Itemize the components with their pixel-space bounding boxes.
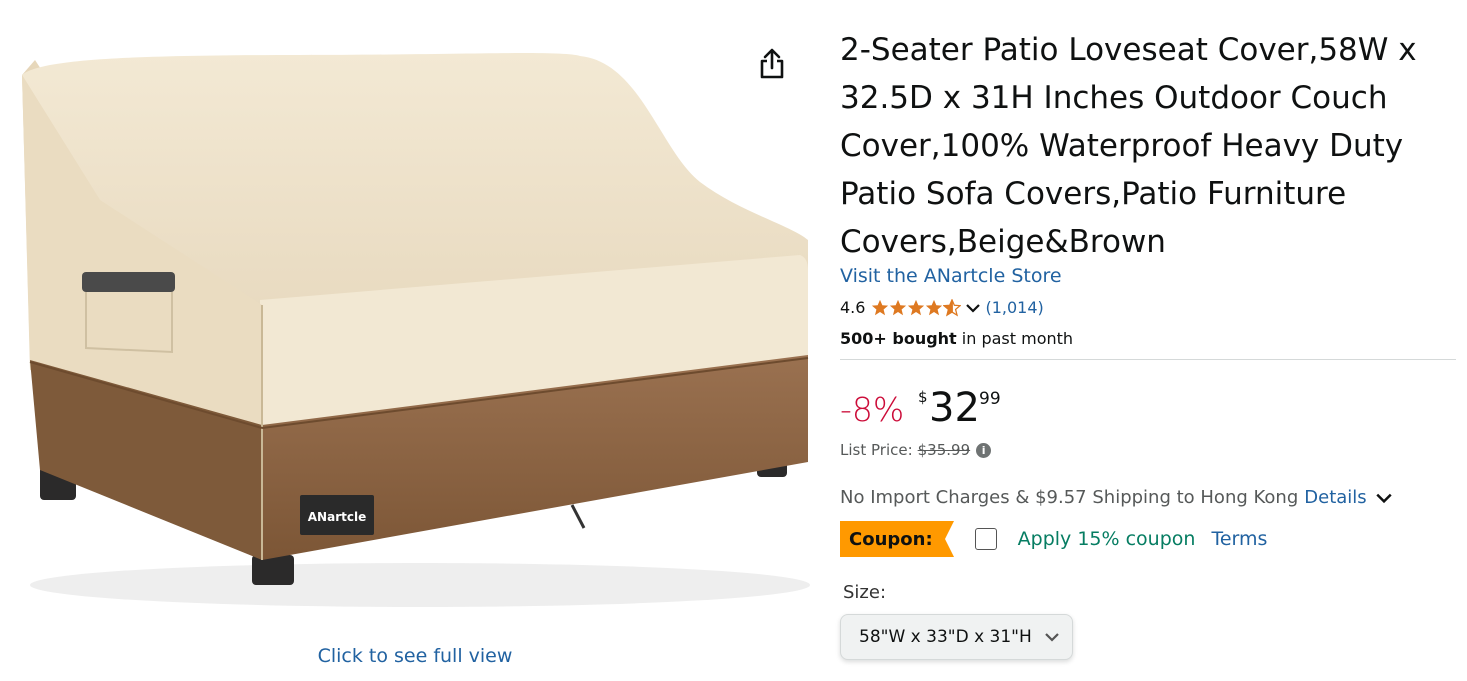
- product-title: 2-Seater Patio Loveseat Cover,58W x 32.5…: [840, 32, 1417, 260]
- info-icon[interactable]: i: [976, 442, 992, 458]
- star-icon: [872, 299, 889, 315]
- rating-value: 4.6: [840, 298, 866, 317]
- coupon-row: Coupon: Apply 15% coupon Terms: [840, 521, 1267, 557]
- bought-period: in past month: [961, 329, 1074, 348]
- bought-count: 500+ bought: [840, 329, 957, 348]
- divider: [840, 359, 1456, 360]
- list-price-value: $35.99: [917, 441, 971, 459]
- store-link[interactable]: Visit the ANartcle Store: [840, 265, 1062, 287]
- apply-coupon-label[interactable]: Apply 15% coupon: [1018, 528, 1196, 550]
- size-label: Size:: [843, 582, 887, 603]
- coupon-terms-link[interactable]: Terms: [1211, 528, 1267, 550]
- shipping-details-link[interactable]: Details: [1304, 487, 1366, 508]
- star-rating[interactable]: [871, 298, 962, 317]
- shipping-info: No Import Charges & $9.57 Shipping to Ho…: [840, 487, 1393, 508]
- chevron-down-icon[interactable]: [965, 300, 981, 316]
- share-icon: [760, 48, 784, 79]
- star-icon: [908, 299, 925, 315]
- price-currency: $: [918, 388, 928, 406]
- coupon-checkbox[interactable]: [974, 528, 997, 550]
- size-selected-value: 58"W x 33"D x 31"H: [859, 627, 1032, 647]
- bought-in-past-month: 500+ bought in past month: [840, 329, 1073, 348]
- share-button[interactable]: [752, 44, 792, 84]
- coupon-badge: Coupon:: [840, 521, 954, 557]
- star-icon: [890, 299, 907, 315]
- chevron-down-icon: [1045, 633, 1059, 642]
- half-star-icon: [943, 298, 962, 317]
- rating-count-link[interactable]: (1,014): [985, 298, 1043, 317]
- price-whole: 32: [929, 385, 980, 431]
- price-fraction: 99: [979, 389, 1001, 409]
- list-price: List Price: $35.99 i: [840, 441, 992, 459]
- star-icon: [926, 299, 943, 315]
- product-image[interactable]: ANartcle: [0, 0, 830, 640]
- shipping-text: No Import Charges & $9.57 Shipping to Ho…: [840, 487, 1299, 508]
- chevron-down-icon[interactable]: [1375, 489, 1393, 507]
- see-full-view-link[interactable]: Click to see full view: [0, 645, 830, 667]
- brand-label-on-cover: ANartcle: [308, 510, 366, 524]
- size-dropdown[interactable]: 58"W x 33"D x 31"H: [840, 614, 1073, 660]
- discount-percent: -8%: [840, 390, 905, 429]
- list-price-label: List Price:: [840, 441, 913, 459]
- image-gallery: ANartcle Click to see full view: [0, 0, 830, 681]
- rating-row: 4.6 (1,014): [840, 298, 1044, 317]
